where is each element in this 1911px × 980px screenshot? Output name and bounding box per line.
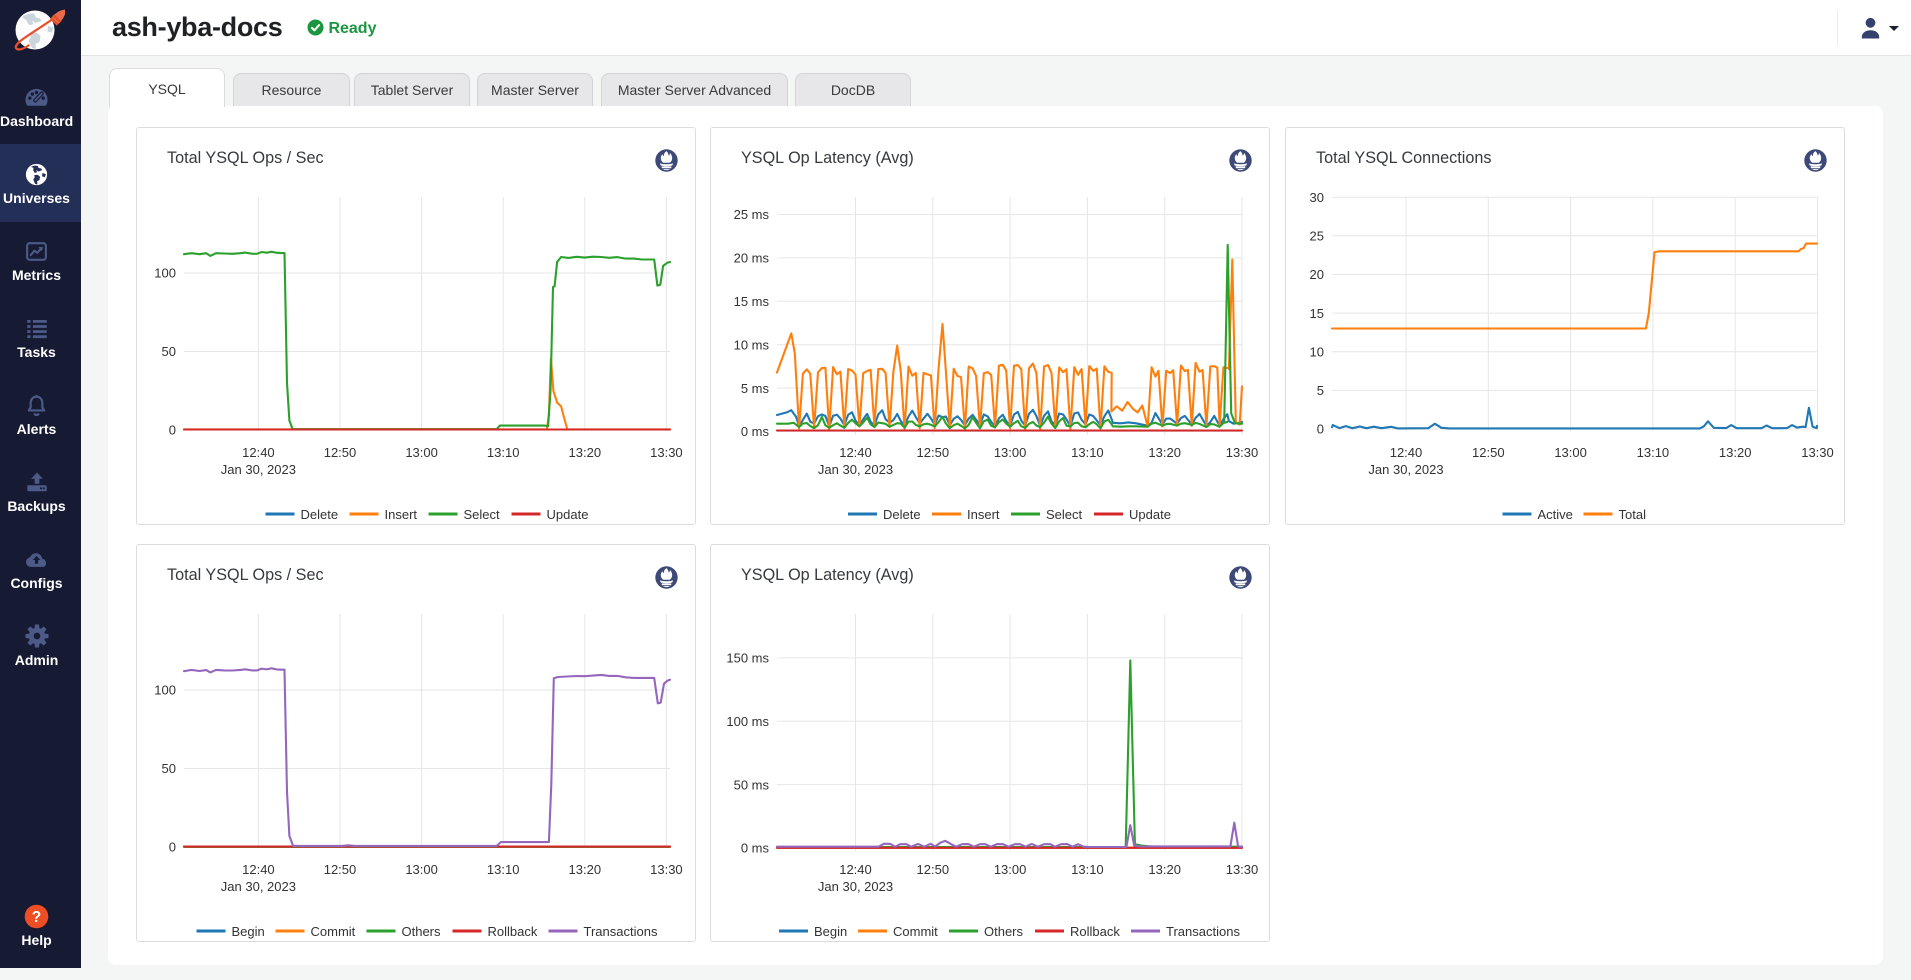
svg-text:0 ms: 0 ms — [741, 424, 770, 439]
svg-text:13:20: 13:20 — [1148, 445, 1181, 460]
svg-text:13:10: 13:10 — [487, 445, 520, 460]
svg-text:Commit: Commit — [311, 924, 356, 939]
svg-text:13:10: 13:10 — [1637, 445, 1670, 460]
svg-text:Others: Others — [984, 924, 1024, 939]
svg-text:10 ms: 10 ms — [734, 337, 770, 352]
svg-text:12:50: 12:50 — [324, 862, 357, 877]
svg-text:12:40: 12:40 — [1390, 445, 1423, 460]
svg-text:13:20: 13:20 — [1719, 445, 1752, 460]
svg-text:Delete: Delete — [883, 507, 921, 522]
svg-text:13:20: 13:20 — [569, 862, 602, 877]
svg-text:13:10: 13:10 — [487, 862, 520, 877]
svg-text:20: 20 — [1310, 267, 1324, 282]
svg-text:13:20: 13:20 — [569, 445, 602, 460]
svg-text:50: 50 — [162, 761, 176, 776]
svg-text:Jan 30, 2023: Jan 30, 2023 — [221, 462, 296, 477]
svg-text:13:30: 13:30 — [1226, 862, 1259, 877]
svg-text:Transactions: Transactions — [1166, 924, 1240, 939]
svg-text:13:30: 13:30 — [1801, 445, 1834, 460]
svg-text:Rollback: Rollback — [488, 924, 538, 939]
svg-text:Jan 30, 2023: Jan 30, 2023 — [221, 879, 296, 894]
svg-text:Total: Total — [1619, 507, 1647, 522]
svg-text:13:10: 13:10 — [1071, 445, 1104, 460]
svg-text:13:10: 13:10 — [1071, 862, 1104, 877]
svg-text:Rollback: Rollback — [1070, 924, 1120, 939]
svg-text:12:40: 12:40 — [242, 445, 275, 460]
svg-text:13:00: 13:00 — [1554, 445, 1587, 460]
svg-text:30: 30 — [1310, 190, 1324, 205]
svg-text:Others: Others — [402, 924, 442, 939]
svg-text:Insert: Insert — [385, 507, 418, 522]
svg-text:13:20: 13:20 — [1148, 862, 1181, 877]
svg-text:15: 15 — [1310, 306, 1324, 321]
svg-text:150 ms: 150 ms — [726, 651, 769, 666]
svg-text:5 ms: 5 ms — [741, 381, 770, 396]
svg-text:25 ms: 25 ms — [734, 207, 770, 222]
svg-text:12:40: 12:40 — [839, 445, 872, 460]
svg-text:Update: Update — [1129, 507, 1171, 522]
svg-text:13:30: 13:30 — [650, 445, 683, 460]
svg-text:13:00: 13:00 — [405, 862, 438, 877]
svg-text:100 ms: 100 ms — [726, 714, 769, 729]
svg-text:0: 0 — [1317, 422, 1324, 437]
svg-text:100: 100 — [154, 266, 176, 281]
svg-text:13:00: 13:00 — [405, 445, 438, 460]
svg-text:12:50: 12:50 — [917, 445, 950, 460]
svg-text:15 ms: 15 ms — [734, 294, 770, 309]
svg-text:12:50: 12:50 — [324, 445, 357, 460]
svg-text:12:40: 12:40 — [242, 862, 275, 877]
svg-text:12:50: 12:50 — [917, 862, 950, 877]
svg-text:12:50: 12:50 — [1472, 445, 1505, 460]
svg-text:12:40: 12:40 — [839, 862, 872, 877]
svg-text:Select: Select — [464, 507, 501, 522]
svg-text:Transactions: Transactions — [584, 924, 658, 939]
svg-text:20 ms: 20 ms — [734, 251, 770, 266]
svg-text:50: 50 — [162, 344, 176, 359]
svg-text:Begin: Begin — [814, 924, 847, 939]
svg-text:10: 10 — [1310, 344, 1324, 359]
svg-text:13:30: 13:30 — [1226, 445, 1259, 460]
svg-text:Insert: Insert — [967, 507, 1000, 522]
svg-text:5: 5 — [1317, 383, 1324, 398]
svg-text:0: 0 — [169, 840, 176, 855]
svg-text:Delete: Delete — [301, 507, 339, 522]
svg-text:?: ? — [32, 909, 41, 926]
svg-text:Begin: Begin — [232, 924, 265, 939]
svg-text:25: 25 — [1310, 229, 1324, 244]
svg-text:Jan 30, 2023: Jan 30, 2023 — [818, 462, 893, 477]
svg-text:Update: Update — [547, 507, 589, 522]
svg-text:Commit: Commit — [893, 924, 938, 939]
svg-text:13:00: 13:00 — [994, 862, 1027, 877]
svg-text:13:00: 13:00 — [994, 445, 1027, 460]
svg-text:50 ms: 50 ms — [734, 777, 770, 792]
svg-text:13:30: 13:30 — [650, 862, 683, 877]
svg-text:0 ms: 0 ms — [741, 841, 770, 856]
svg-text:Active: Active — [1538, 507, 1573, 522]
svg-text:Jan 30, 2023: Jan 30, 2023 — [818, 879, 893, 894]
svg-text:Jan 30, 2023: Jan 30, 2023 — [1368, 462, 1443, 477]
svg-text:0: 0 — [169, 423, 176, 438]
svg-text:Select: Select — [1046, 507, 1083, 522]
svg-text:100: 100 — [154, 683, 176, 698]
